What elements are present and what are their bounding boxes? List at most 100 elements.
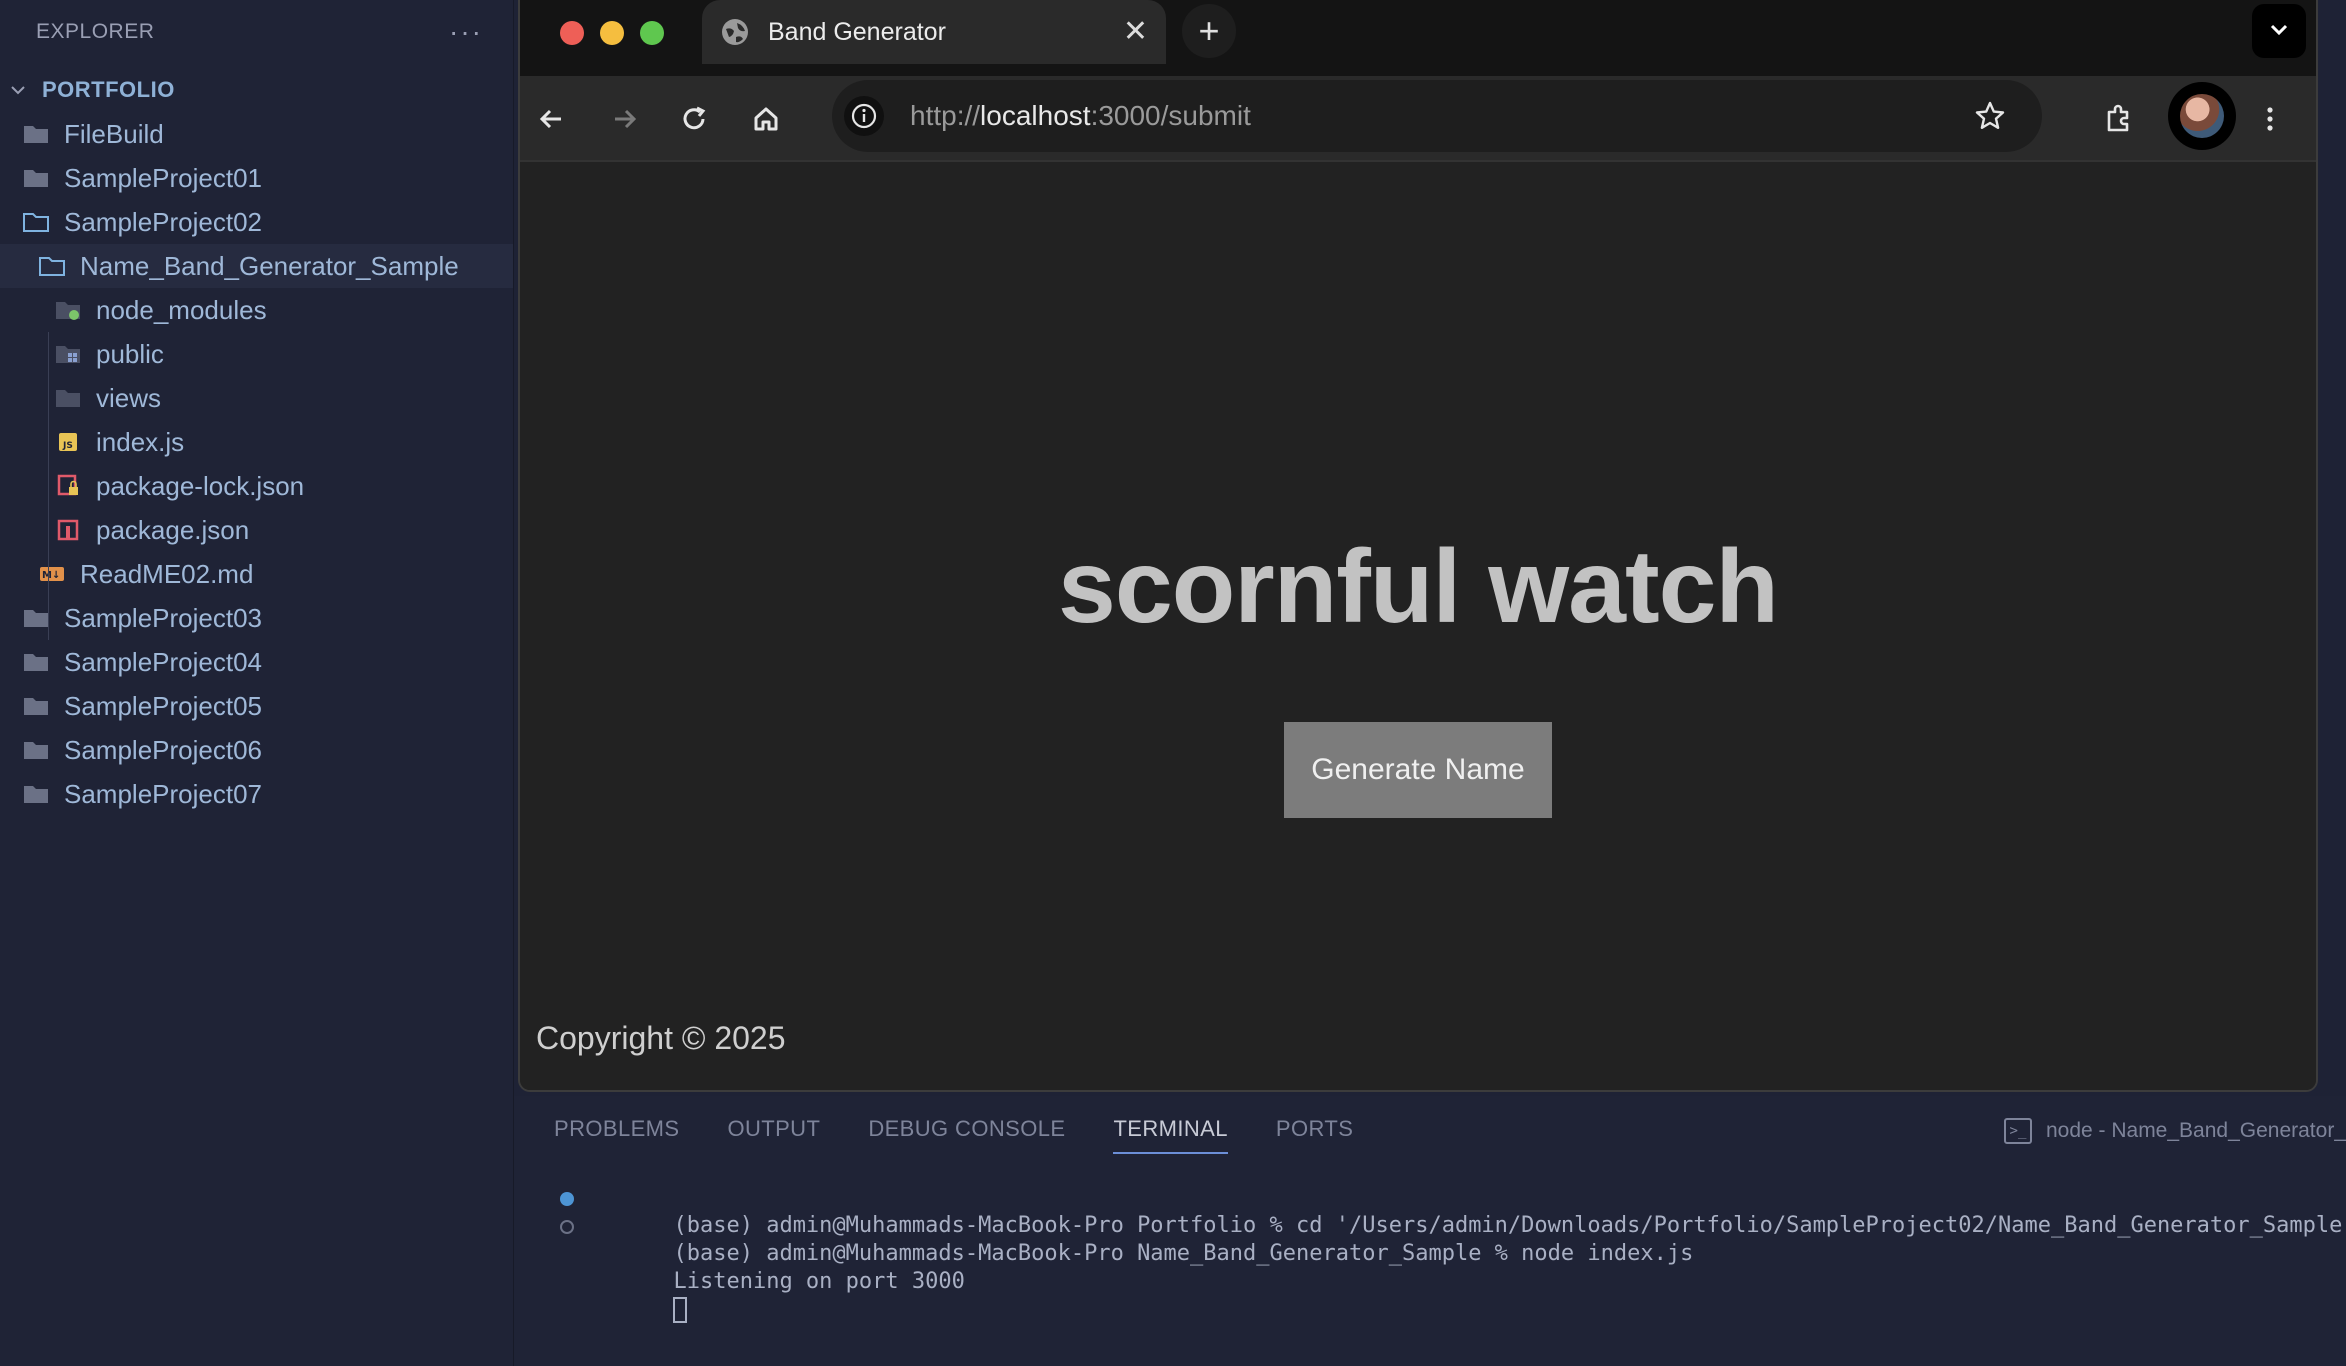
tab-debug-console[interactable]: DEBUG CONSOLE: [868, 1116, 1065, 1154]
folder-icon: [54, 384, 82, 412]
tree-item-node-modules[interactable]: node_modules: [0, 288, 513, 332]
reload-button[interactable]: [670, 95, 718, 143]
home-icon: [749, 102, 783, 136]
bookmark-star-icon[interactable]: [1968, 94, 2012, 138]
page-footer-copyright: Copyright © 2025: [536, 1020, 786, 1056]
file-tree: PORTFOLIO FileBuild SampleProject01 Samp…: [0, 68, 513, 816]
tree-item-label: node_modules: [96, 294, 267, 325]
chevron-down-icon: [2267, 17, 2291, 46]
folder-icon: [22, 164, 50, 192]
tree-item-sampleproject04[interactable]: SampleProject04: [0, 640, 513, 684]
folder-open-icon: [38, 252, 66, 280]
url-text: http://localhost:3000/submit: [910, 100, 1968, 132]
tree-item-index-js[interactable]: JS index.js: [0, 420, 513, 464]
folder-icon: [22, 648, 50, 676]
tree-item-label: SampleProject04: [64, 646, 262, 677]
node-folder-icon: [54, 296, 82, 324]
tree-item-label: index.js: [96, 426, 185, 457]
tree-item-sampleproject07[interactable]: SampleProject07: [0, 772, 513, 816]
minimize-window-button[interactable]: [600, 21, 624, 45]
tree-item-name-band-generator-sample[interactable]: Name_Band_Generator_Sample: [0, 244, 513, 288]
tree-item-readme02-md[interactable]: M↓ ReadME02.md: [0, 552, 513, 596]
terminal-output[interactable]: (base) admin@Muhammads-MacBook-Pro Portf…: [554, 1184, 2346, 1323]
tab-ports[interactable]: PORTS: [1276, 1116, 1353, 1154]
public-folder-icon: [54, 340, 82, 368]
tab-search-button[interactable]: [2252, 4, 2306, 58]
globe-icon: [720, 17, 750, 47]
folder-icon: [22, 736, 50, 764]
page-viewport: scornful watch Generate Name Copyright ©…: [520, 162, 2316, 1090]
arrow-right-icon: [607, 102, 641, 136]
tree-item-views[interactable]: views: [0, 376, 513, 420]
profile-button[interactable]: [2168, 82, 2236, 150]
tree-item-package-lock-json[interactable]: package-lock.json: [0, 464, 513, 508]
bottom-panel: PROBLEMS OUTPUT DEBUG CONSOLE TERMINAL P…: [514, 1096, 2346, 1366]
folder-icon: [22, 120, 50, 148]
folder-open-icon: [22, 208, 50, 236]
tree-item-sampleproject02[interactable]: SampleProject02: [0, 200, 513, 244]
browser-toolbar: http://localhost:3000/submit: [520, 76, 2316, 162]
markdown-icon: M↓: [38, 560, 66, 588]
explorer-sidebar: EXPLORER ··· PORTFOLIO FileBuild SampleP…: [0, 0, 514, 1366]
tab-terminal[interactable]: TERMINAL: [1113, 1116, 1228, 1154]
tree-item-label: public: [96, 338, 164, 369]
tab-band-generator[interactable]: Band Generator ✕: [702, 0, 1166, 64]
tree-item-filebuild[interactable]: FileBuild: [0, 112, 513, 156]
explorer-title: EXPLORER: [36, 20, 155, 43]
folder-icon: [22, 692, 50, 720]
tree-item-label: FileBuild: [64, 118, 164, 149]
folder-icon: [22, 780, 50, 808]
tree-item-label: views: [96, 382, 162, 413]
terminal-line: (base) admin@Muhammads-MacBook-Pro Name_…: [554, 1212, 2346, 1266]
generate-name-button[interactable]: Generate Name: [1284, 722, 1552, 818]
tree-item-label: ReadME02.md: [80, 558, 254, 589]
terminal-cursor-line: [554, 1268, 2346, 1323]
tree-item-label: package.json: [96, 514, 250, 545]
more-actions-icon[interactable]: ···: [449, 18, 483, 46]
url-host: localhost: [980, 100, 1091, 131]
tree-item-sampleproject03[interactable]: SampleProject03: [0, 596, 513, 640]
tree-item-sampleproject06[interactable]: SampleProject06: [0, 728, 513, 772]
chevron-down-icon: [8, 76, 28, 104]
terminal-instance-label[interactable]: >_ node - Name_Band_Generator_: [2003, 1118, 2346, 1144]
new-tab-button[interactable]: +: [1182, 4, 1236, 58]
maximize-window-button[interactable]: [640, 21, 664, 45]
folder-icon: [22, 604, 50, 632]
extensions-button[interactable]: [2094, 95, 2142, 143]
tab-problems[interactable]: PROBLEMS: [554, 1116, 679, 1154]
svg-text:JS: JS: [62, 441, 73, 451]
back-button[interactable]: [528, 95, 576, 143]
js-file-icon: JS: [54, 428, 82, 456]
avatar: [2180, 94, 2224, 138]
tree-item-sampleproject05[interactable]: SampleProject05: [0, 684, 513, 728]
close-window-button[interactable]: [560, 21, 584, 45]
kebab-menu-icon: [2253, 102, 2287, 136]
tree-item-label: SampleProject01: [64, 162, 262, 193]
tree-item-sampleproject01[interactable]: SampleProject01: [0, 156, 513, 200]
svg-text:M↓: M↓: [42, 570, 60, 581]
home-button[interactable]: [742, 95, 790, 143]
arrow-left-icon: [535, 102, 569, 136]
tab-bar: Band Generator ✕ +: [520, 0, 2316, 76]
forward-button[interactable]: [600, 95, 648, 143]
terminal-icon: >_: [2003, 1118, 2032, 1144]
close-icon[interactable]: ✕: [1123, 17, 1148, 47]
browser-menu-button[interactable]: [2246, 95, 2294, 143]
indent-guide: [48, 332, 49, 640]
command-success-icon: [560, 1192, 574, 1206]
tree-root-portfolio[interactable]: PORTFOLIO: [0, 68, 513, 112]
lock-json-icon: [54, 472, 82, 500]
tab-output[interactable]: OUTPUT: [727, 1116, 820, 1154]
tree-item-public[interactable]: public: [0, 332, 513, 376]
reload-icon: [677, 102, 711, 136]
command-running-icon: [560, 1220, 574, 1234]
tree-root-label: PORTFOLIO: [42, 77, 175, 102]
tree-item-label: package-lock.json: [96, 470, 305, 501]
browser-window: Band Generator ✕ + http://localhost:3000…: [518, 0, 2318, 1092]
tree-item-package-json[interactable]: package.json: [0, 508, 513, 552]
address-bar[interactable]: http://localhost:3000/submit: [832, 80, 2042, 152]
explorer-header: EXPLORER ···: [0, 0, 513, 64]
band-name-heading: scornful watch: [1058, 529, 1779, 645]
tree-item-label: SampleProject07: [64, 778, 262, 809]
site-info-icon[interactable]: [844, 96, 884, 136]
